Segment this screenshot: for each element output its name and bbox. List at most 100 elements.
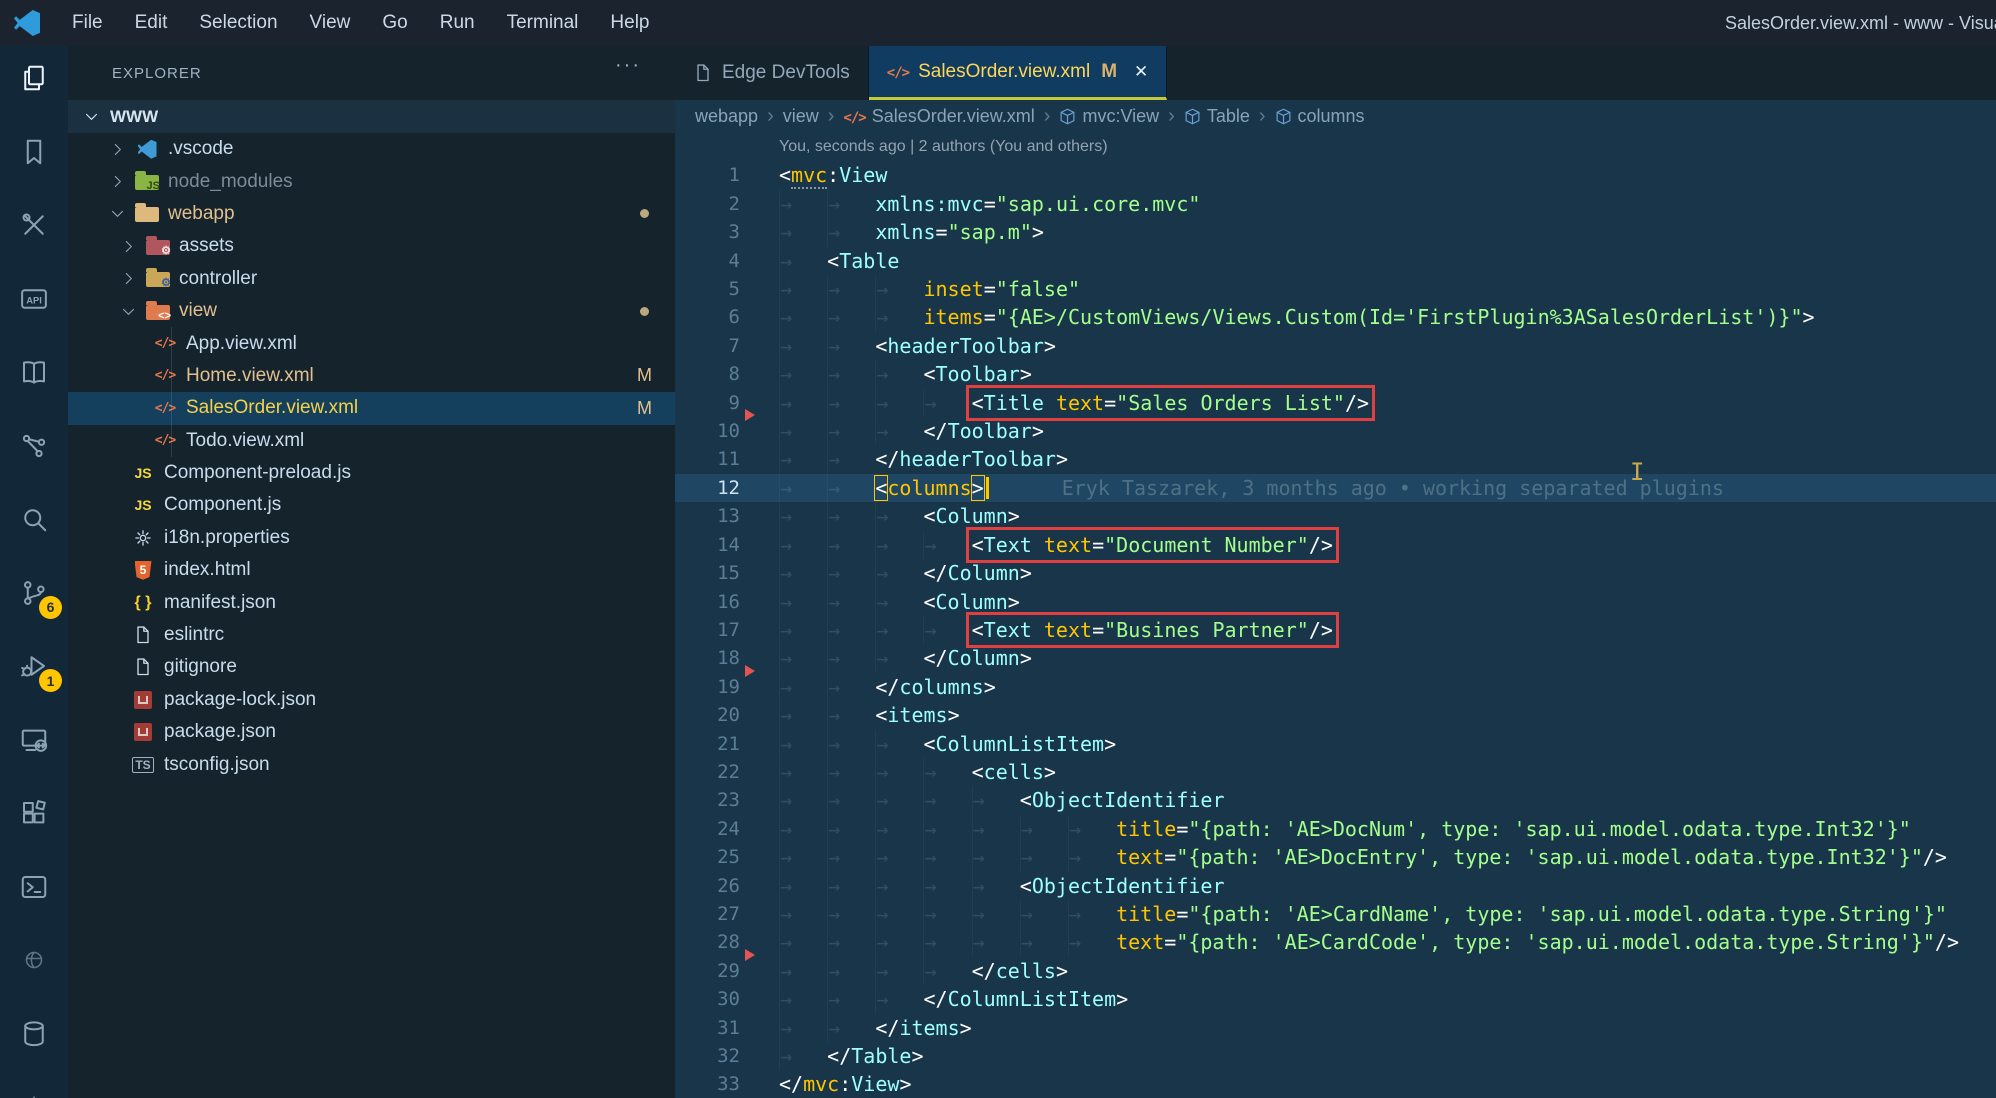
bookmark-icon[interactable] [0,122,68,182]
tree-item-assets[interactable]: ⚙ assets [68,230,675,262]
line-content[interactable]: → → → → → <ObjectIdentifier [740,786,1224,815]
line-content[interactable]: → → → </ColumnListItem> [740,985,1128,1014]
menu-go[interactable]: Go [366,0,423,46]
line-content[interactable]: → → → </Column> [740,644,1032,673]
line-content[interactable]: → → → <Toolbar> [740,360,1032,389]
line-content[interactable]: </mvc:View> [740,1070,911,1098]
line-number[interactable]: 23 [675,786,740,814]
line-number[interactable]: 29 [675,957,740,985]
more-actions-icon[interactable]: ··· [615,54,641,77]
tree-item-package-lock-json[interactable]: package-lock.json [68,684,675,716]
tree-item-controller[interactable]: ⚙ controller [68,263,675,295]
line-number[interactable]: 28 [675,928,740,956]
tools-icon[interactable] [0,195,68,255]
tree-item-gitignore[interactable]: gitignore [68,651,675,683]
line-number[interactable]: 20 [675,701,740,729]
menu-help[interactable]: Help [594,0,665,46]
azure-icon[interactable] [0,1077,68,1098]
line-content[interactable]: → → → inset="false" [740,275,1080,304]
tree-item-package-json[interactable]: package.json [68,716,675,748]
api-icon[interactable]: API [0,269,68,329]
tree-item-node-modules[interactable]: JS node_modules [68,165,675,197]
line-content[interactable]: → <Table [740,246,899,276]
line-content[interactable]: → → → <Column> [740,587,1020,616]
line-number[interactable]: 14 [675,531,740,559]
tree-item-app-view-xml[interactable]: </> App.view.xml [68,327,675,360]
references-icon[interactable] [0,416,68,476]
line-number[interactable]: 25 [675,843,740,871]
line-number[interactable]: 3 [675,218,740,246]
workspace-section-header[interactable]: WWW [68,100,675,133]
line-number[interactable]: 9 [675,389,740,417]
line-content[interactable]: → → → → → → → title="{path: 'AE>CardName', type… [740,899,1947,929]
line-number[interactable]: 13 [675,502,740,530]
tree-item-index-html[interactable]: 5 index.html [68,554,675,586]
line-content[interactable]: → → → </Toolbar> [740,417,1044,446]
line-content[interactable]: → → → → → → → title="{path: 'AE>DocNum', type: … [740,814,1911,844]
chevron-right-icon[interactable] [102,173,132,190]
close-icon[interactable]: ✕ [1134,62,1148,82]
line-content[interactable]: → → → → → <ObjectIdentifier [740,871,1224,900]
line-content[interactable]: → → xmlns="sap.m"> [740,218,1044,247]
source-control-icon[interactable]: 6 [0,563,68,623]
line-number[interactable]: 31 [675,1014,740,1042]
tree-item-eslintrc[interactable]: eslintrc [68,619,675,651]
menu-view[interactable]: View [294,0,367,46]
tab-salesorder-view-xml[interactable]: </> SalesOrder.view.xml M ✕ [868,46,1168,100]
line-number[interactable]: 27 [675,900,740,928]
line-content[interactable]: → → </headerToolbar> [740,445,1068,474]
line-number[interactable]: 33 [675,1070,740,1098]
line-number[interactable]: 1 [675,161,740,189]
line-number[interactable]: 6 [675,303,740,331]
line-number[interactable]: 15 [675,559,740,587]
line-content[interactable]: → → </columns> [740,672,996,702]
line-number[interactable]: 16 [675,588,740,616]
menu-file[interactable]: File [56,0,119,46]
line-number[interactable]: 26 [675,872,740,900]
database-icon[interactable] [0,1004,68,1064]
breadcrumb-mvc-view[interactable]: mvc:View [1059,106,1159,127]
line-content[interactable]: → → → → → → → text="{path: 'AE>DocEntry', type:… [740,843,1947,872]
chevron-right-icon[interactable] [113,238,143,255]
line-number[interactable]: 24 [675,815,740,843]
line-number[interactable]: 2 [675,190,740,218]
tree-item-todo-view-xml[interactable]: </> Todo.view.xml [68,424,675,457]
chevron-down-icon[interactable] [113,303,143,320]
terminal-icon[interactable] [0,857,68,917]
menu-selection[interactable]: Selection [183,0,293,46]
line-content[interactable]: → </Table> [740,1042,924,1071]
line-number[interactable]: 32 [675,1042,740,1070]
search-icon[interactable] [0,489,68,549]
line-number[interactable]: 10 [675,417,740,445]
line-number[interactable]: 12 [675,474,740,502]
line-content[interactable]: → → <columns> Eryk Taszarek, 3 months ago •… [740,473,1724,503]
tree-item-tsconfig-json[interactable]: TS tsconfig.json [68,748,675,780]
chevron-down-icon[interactable] [102,205,132,222]
line-content[interactable]: → → → → </cells> [740,956,1068,986]
line-content[interactable]: → → <headerToolbar> [740,331,1056,361]
line-number[interactable]: 8 [675,360,740,388]
tree-item-webapp[interactable]: webapp [68,198,675,230]
breadcrumb-view[interactable]: view [783,106,819,127]
menu-edit[interactable]: Edit [119,0,184,46]
tab-edge-devtools[interactable]: Edge DevTools [675,46,869,100]
tree-item-manifest-json[interactable]: { } manifest.json [68,586,675,618]
line-number[interactable]: 22 [675,758,740,786]
line-number[interactable]: 19 [675,673,740,701]
line-content[interactable]: → → → → <Text text="Busines Partner"/> [740,611,1339,648]
line-content[interactable]: → → → </Column> [740,559,1032,588]
chevron-right-icon[interactable] [113,270,143,287]
line-number[interactable]: 21 [675,730,740,758]
files-icon[interactable] [0,48,68,108]
line-content[interactable]: <mvc:View [740,161,887,190]
breadcrumb-columns[interactable]: columns [1275,106,1365,127]
line-number[interactable]: 17 [675,616,740,644]
tree-item-component-preload-js[interactable]: JS Component-preload.js [68,457,675,489]
tree-item-i18n-properties[interactable]: i18n.properties [68,522,675,554]
breadcrumb-salesorder-view-xml[interactable]: </> SalesOrder.view.xml [843,106,1034,127]
remote-icon[interactable] [0,710,68,770]
chevron-right-icon[interactable] [102,141,132,158]
line-content[interactable]: → → → <ColumnListItem> [740,729,1116,758]
line-content[interactable]: → → → items="{AE>/CustomViews/Views.Custom(… [740,303,1815,332]
globe-icon[interactable] [0,930,68,990]
